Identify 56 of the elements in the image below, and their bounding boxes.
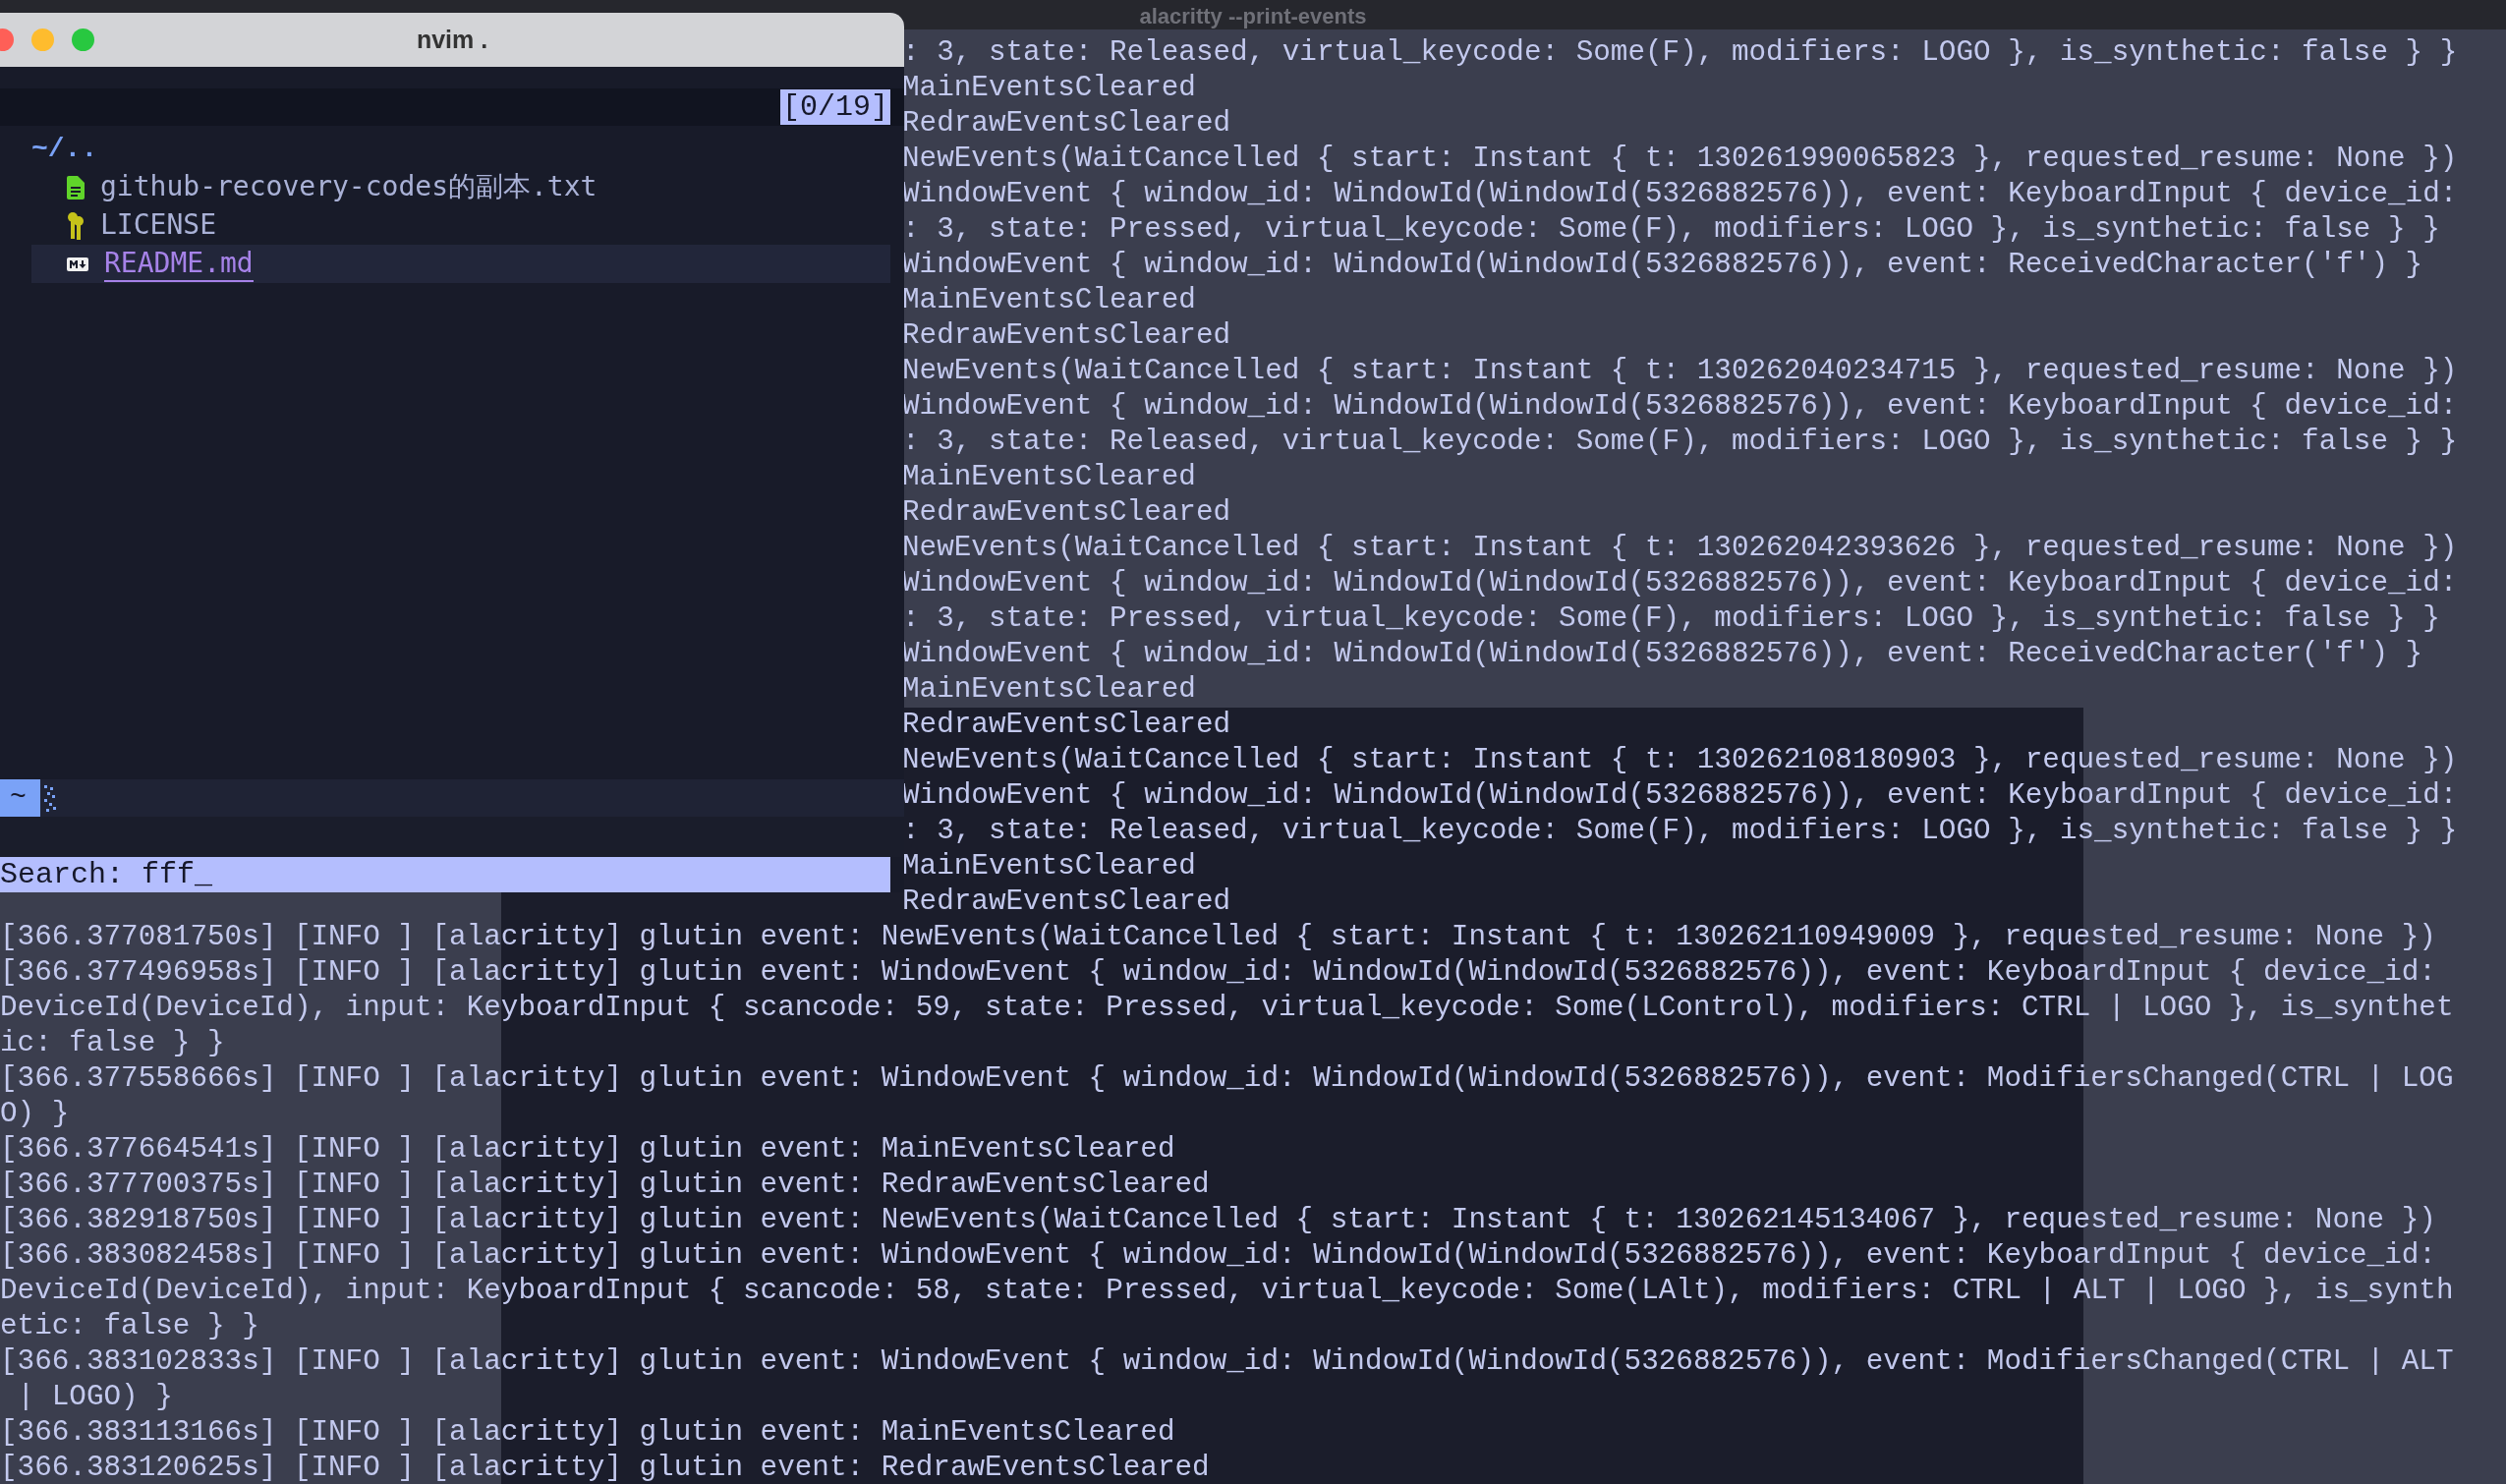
log-line: [366.377664541s] [INFO ] [alacritty] glutin event: MainEventsCleared xyxy=(0,1132,1175,1168)
log-line: NewEvents(WaitCancelled { start: Instant { t: 130261990065823 }, requested_resume: None }) xyxy=(902,142,2458,177)
log-line: : 3, state: Released, virtual_keycode: Some(F), modifiers: LOGO }, is_synthetic: false } } xyxy=(902,425,2458,460)
tree-item[interactable]: github-recovery-codes的副本.txt xyxy=(31,168,890,206)
log-line: WindowEvent { window_id: WindowId(WindowId(5326882576)), event: KeyboardInput { device_id: xyxy=(902,566,2458,601)
tree-item[interactable]: README.md xyxy=(31,245,890,283)
tree-item[interactable]: LICENSE xyxy=(31,206,890,245)
document-icon xyxy=(67,175,85,200)
log-line: MainEventsCleared xyxy=(902,460,1196,495)
maximize-button[interactable] xyxy=(72,29,94,51)
log-line: [366.377558666s] [INFO ] [alacritty] glutin event: WindowEvent { window_id: WindowId(WindowId(5326882576)), event: ModifiersChanged(CTRL | LOG xyxy=(0,1061,2454,1097)
log-line: RedrawEventsCleared xyxy=(902,885,1231,920)
log-line: MainEventsCleared xyxy=(902,71,1196,106)
log-line: MainEventsCleared xyxy=(902,849,1196,885)
log-line: : 3, state: Pressed, virtual_keycode: Some(F), modifiers: LOGO }, is_synthetic: false } } xyxy=(902,212,2440,248)
markdown-icon xyxy=(67,257,88,271)
log-line: NewEvents(WaitCancelled { start: Instant { t: 130262108180903 }, requested_resume: None }) xyxy=(902,743,2458,778)
tree-root[interactable]: ~/.. xyxy=(31,130,98,168)
log-line: [366.377496958s] [INFO ] [alacritty] glutin event: WindowEvent { window_id: WindowId(WindowId(5326882576)), event: KeyboardInput { device_id: xyxy=(0,955,2436,991)
log-line: NewEvents(WaitCancelled { start: Instant { t: 130262042393626 }, requested_resume: None }) xyxy=(902,531,2458,566)
terminal-title: alacritty --print-events xyxy=(1139,4,1367,29)
log-line: WindowEvent { window_id: WindowId(WindowId(5326882576)), event: ReceivedCharacter('f') } xyxy=(902,248,2423,283)
log-line: [366.383113166s] [INFO ] [alacritty] glutin event: MainEventsCleared xyxy=(0,1415,1175,1451)
log-line: WindowEvent { window_id: WindowId(WindowId(5326882576)), event: KeyboardInput { device_id: xyxy=(902,389,2458,425)
log-line: : 3, state: Pressed, virtual_keycode: Some(F), modifiers: LOGO }, is_synthetic: false } } xyxy=(902,601,2440,637)
match-count: [0/19] xyxy=(779,89,890,125)
log-line: [366.383102833s] [INFO ] [alacritty] glutin event: WindowEvent { window_id: WindowId(WindowId(5326882576)), event: ModifiersChanged(CTRL | ALT xyxy=(0,1344,2454,1380)
log-line: [366.383120625s] [INFO ] [alacritty] glutin event: RedrawEventsCleared xyxy=(0,1451,1210,1484)
mode-indicator: ~ xyxy=(0,779,40,817)
log-line: [366.382918750s] [INFO ] [alacritty] glutin event: NewEvents(WaitCancelled { start: Instant { t: 130262145134067 }, requested_resume: None }) xyxy=(0,1203,2436,1238)
log-line: O) } xyxy=(0,1097,70,1132)
log-line: : 3, state: Released, virtual_keycode: Some(F), modifiers: LOGO }, is_synthetic: false } } xyxy=(902,35,2458,71)
log-line: WindowEvent { window_id: WindowId(WindowId(5326882576)), event: ReceivedCharacter('f') } xyxy=(902,637,2423,672)
log-line: etic: false } } xyxy=(0,1309,259,1344)
window-title: nvim . xyxy=(416,26,488,54)
minimize-button[interactable] xyxy=(31,29,54,51)
dotted-icon xyxy=(43,783,56,813)
log-line: DeviceId(DeviceId), input: KeyboardInput { scancode: 58, state: Pressed, virtual_keycode: Some(LAlt), modifiers: CTRL | ALT | LOGO }, is_synth xyxy=(0,1274,2454,1309)
log-line: ic: false } } xyxy=(0,1026,225,1061)
keys-icon xyxy=(67,210,85,241)
search-bar[interactable]: Search: fff_ xyxy=(0,857,890,892)
log-line: MainEventsCleared xyxy=(902,283,1196,318)
log-line: RedrawEventsCleared xyxy=(902,106,1231,142)
log-line: MainEventsCleared xyxy=(902,672,1196,708)
log-line: DeviceId(DeviceId), input: KeyboardInput { scancode: 59, state: Pressed, virtual_keycode: Some(LControl), modifiers: CTRL | LOGO }, is_synthet xyxy=(0,991,2454,1026)
log-line: [366.377081750s] [INFO ] [alacritty] glutin event: NewEvents(WaitCancelled { start: Instant { t: 130262110949009 }, requested_resume: None }) xyxy=(0,920,2436,955)
log-line: [366.377700375s] [INFO ] [alacritty] glutin event: RedrawEventsCleared xyxy=(0,1168,1210,1203)
log-line: : 3, state: Released, virtual_keycode: Some(F), modifiers: LOGO }, is_synthetic: false } } xyxy=(902,814,2458,849)
log-line: RedrawEventsCleared xyxy=(902,495,1231,531)
log-line: WindowEvent { window_id: WindowId(WindowId(5326882576)), event: KeyboardInput { device_id: xyxy=(902,778,2458,814)
log-line: WindowEvent { window_id: WindowId(WindowId(5326882576)), event: KeyboardInput { device_id: xyxy=(902,177,2458,212)
log-line: RedrawEventsCleared xyxy=(902,318,1231,354)
log-line: [366.383082458s] [INFO ] [alacritty] glutin event: WindowEvent { window_id: WindowId(WindowId(5326882576)), event: KeyboardInput { device_id: xyxy=(0,1238,2436,1274)
log-line: NewEvents(WaitCancelled { start: Instant { t: 130262040234715 }, requested_resume: None }) xyxy=(902,354,2458,389)
log-line: RedrawEventsCleared xyxy=(902,708,1231,743)
log-line: | LOGO) } xyxy=(16,1380,173,1415)
